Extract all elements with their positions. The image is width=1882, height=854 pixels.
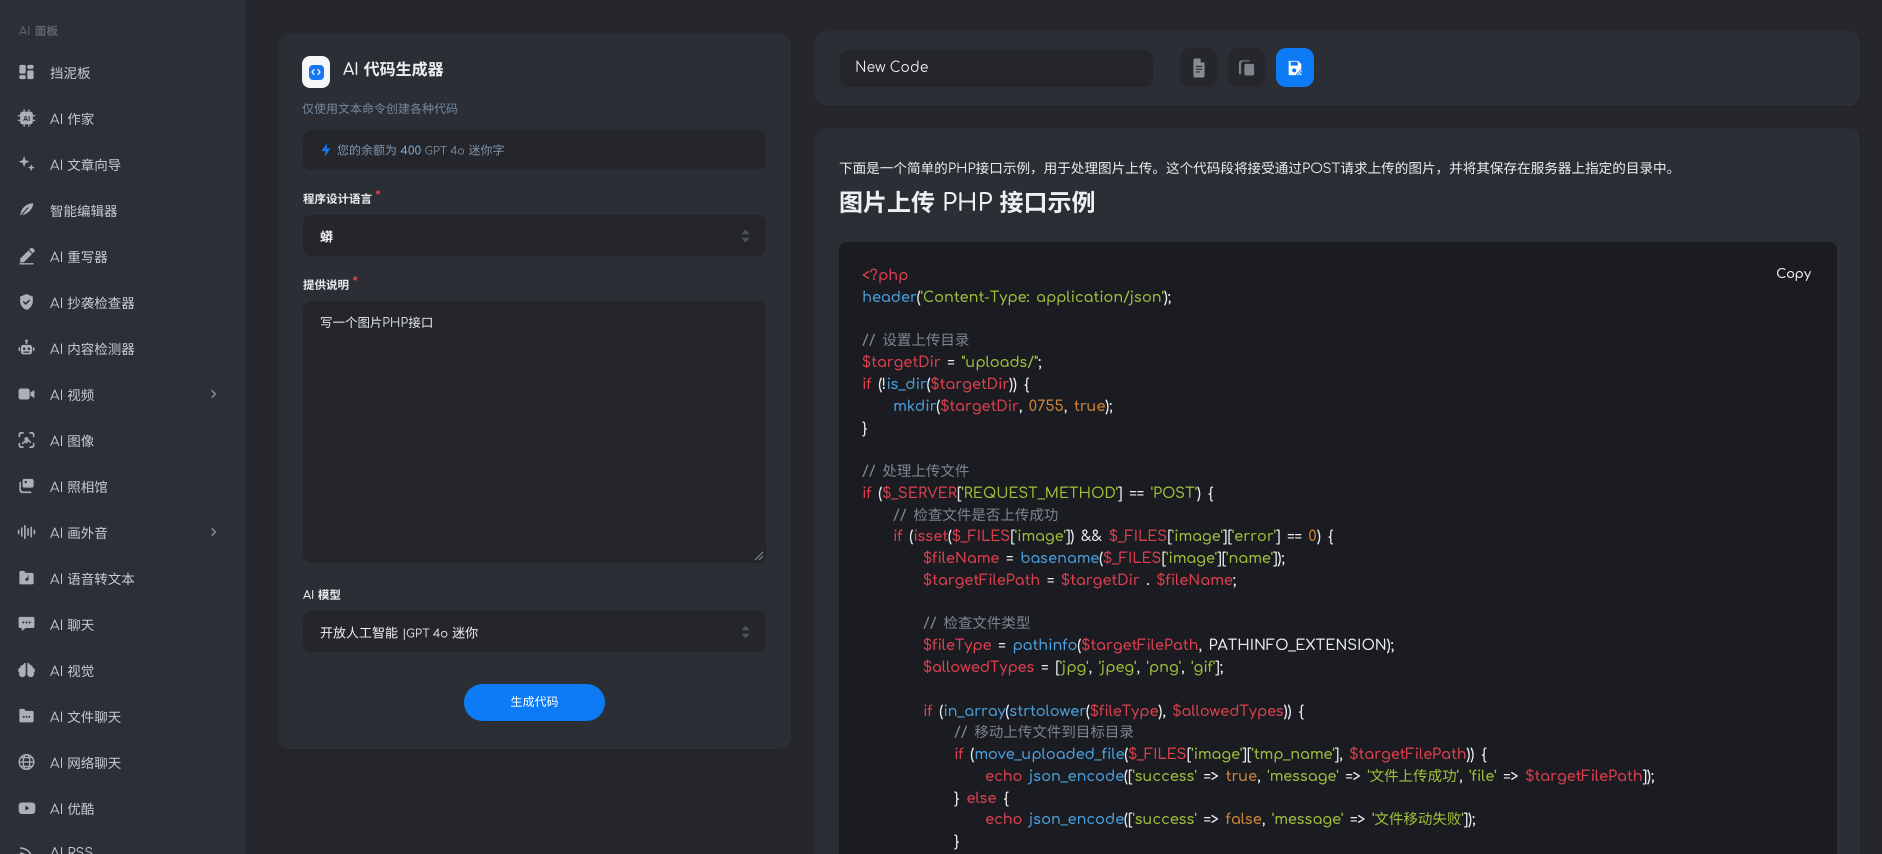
svg-text:AI: AI (23, 115, 30, 123)
